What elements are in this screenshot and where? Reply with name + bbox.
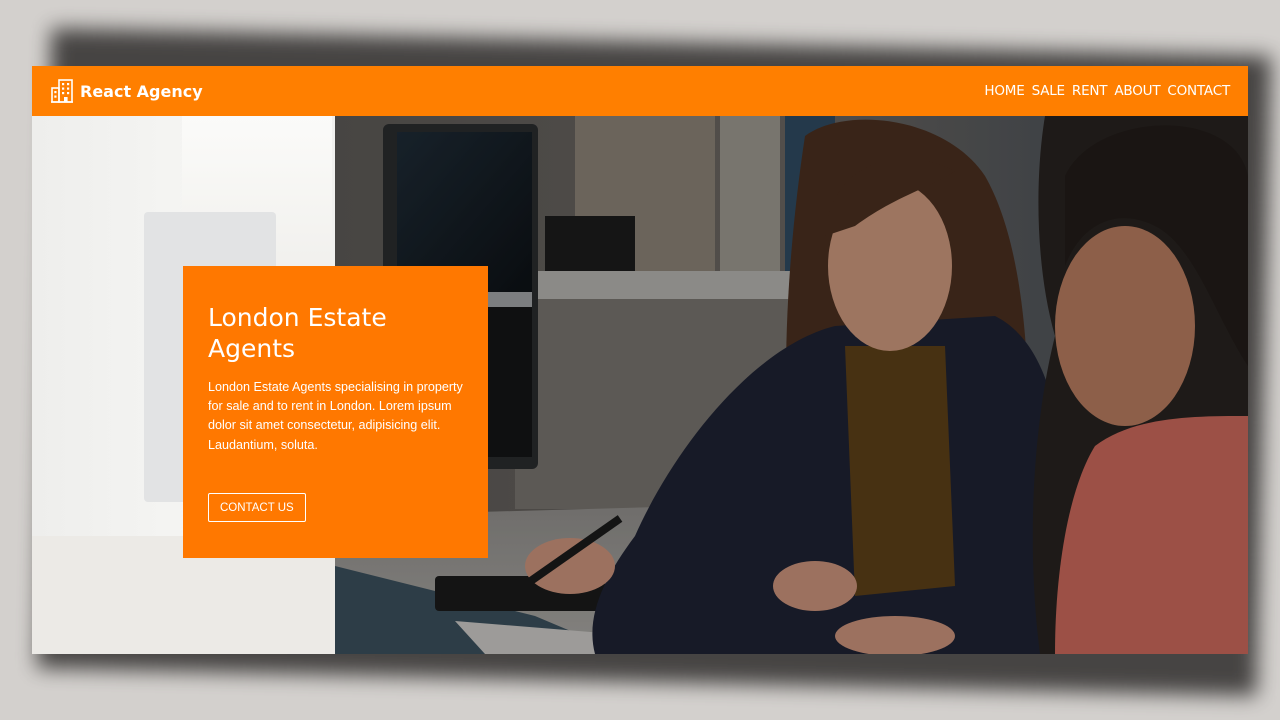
nav-rent[interactable]: RENT xyxy=(1072,83,1108,99)
contact-us-button[interactable]: CONTACT US xyxy=(208,493,306,522)
hero-title: London Estate Agents xyxy=(208,303,387,363)
nav-sale[interactable]: SALE xyxy=(1032,83,1066,99)
nav-home[interactable]: HOME xyxy=(984,83,1024,99)
nav-contact[interactable]: CONTACT xyxy=(1167,83,1230,99)
navbar: React Agency HOME SALE RENT ABOUT CONTAC… xyxy=(32,66,1248,116)
nav-about[interactable]: ABOUT xyxy=(1114,83,1160,99)
brand-link[interactable]: React Agency xyxy=(50,78,203,104)
website: React Agency HOME SALE RENT ABOUT CONTAC… xyxy=(32,66,1248,654)
hero-description: London Estate Agents specialising in pro… xyxy=(208,380,463,452)
hero-section: London Estate Agents London Estate Agent… xyxy=(32,116,1248,654)
hero-caption-box: London Estate Agents London Estate Agent… xyxy=(183,266,488,558)
brand-name: React Agency xyxy=(80,81,203,101)
buildings-icon xyxy=(51,79,73,103)
main-nav: HOME SALE RENT ABOUT CONTACT xyxy=(984,83,1230,99)
